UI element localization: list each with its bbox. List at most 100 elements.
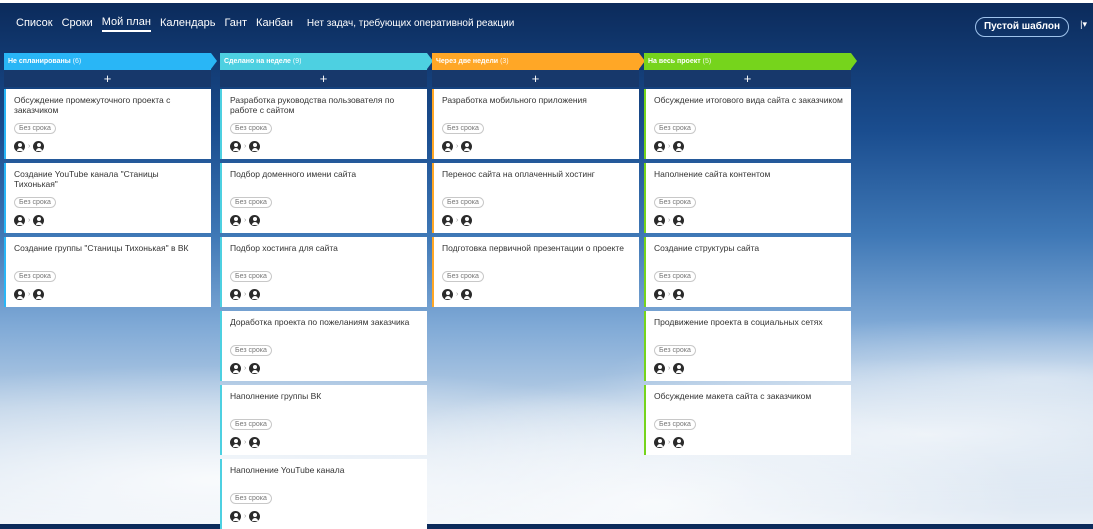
task-title[interactable]: Создание структуры сайта: [654, 243, 843, 265]
chevron-down-icon[interactable]: |▾: [1080, 19, 1087, 30]
assignee-avatar-icon[interactable]: [249, 437, 261, 448]
author-avatar-icon[interactable]: [442, 215, 453, 226]
task-card[interactable]: Подготовка первичной презентации о проек…: [432, 237, 639, 307]
nav-tab-list[interactable]: Список: [16, 15, 53, 31]
nav-tab-my-plan[interactable]: Мой план: [101, 14, 151, 32]
nav-tab-deadlines[interactable]: Сроки: [62, 15, 93, 31]
task-title[interactable]: Подготовка первичной презентации о проек…: [442, 243, 631, 265]
template-select-button[interactable]: Пустой шаблон: [974, 17, 1069, 37]
task-card[interactable]: Наполнение группы ВК Без срока ›: [220, 385, 427, 455]
deadline-badge[interactable]: Без срока: [230, 271, 272, 282]
task-card[interactable]: Разработка руководства пользователя по р…: [220, 89, 427, 159]
assignee-avatar-icon[interactable]: [249, 215, 261, 226]
assignee-avatar-icon[interactable]: [673, 141, 685, 152]
assignee-avatar-icon[interactable]: [461, 289, 473, 300]
task-card[interactable]: Обсуждение промежуточного проекта с зака…: [4, 89, 211, 159]
author-avatar-icon[interactable]: [230, 215, 241, 226]
add-task-button[interactable]: +: [4, 70, 211, 87]
assignee-avatar-icon[interactable]: [673, 215, 685, 226]
author-avatar-icon[interactable]: [230, 141, 241, 152]
task-title[interactable]: Перенос сайта на оплаченный хостинг: [442, 169, 631, 191]
author-avatar-icon[interactable]: [230, 363, 241, 374]
task-title[interactable]: Наполнение сайта контентом: [654, 169, 843, 191]
add-task-button[interactable]: +: [432, 70, 639, 87]
author-avatar-icon[interactable]: [14, 215, 25, 226]
deadline-badge[interactable]: Без срока: [442, 123, 484, 134]
deadline-badge[interactable]: Без срока: [230, 345, 272, 356]
deadline-badge[interactable]: Без срока: [14, 197, 56, 208]
author-avatar-icon[interactable]: [14, 141, 25, 152]
task-card[interactable]: Создание группы "Станицы Тихонькая" в ВК…: [4, 237, 211, 307]
task-title[interactable]: Наполнение группы ВК: [230, 391, 419, 413]
task-title[interactable]: Наполнение YouTube канала: [230, 465, 419, 487]
assignee-avatar-icon[interactable]: [249, 141, 261, 152]
task-title[interactable]: Подбор доменного имени сайта: [230, 169, 419, 191]
task-title[interactable]: Создание группы "Станицы Тихонькая" в ВК: [14, 243, 203, 265]
add-task-button[interactable]: +: [644, 70, 851, 87]
assignee-avatar-icon[interactable]: [33, 141, 45, 152]
deadline-badge[interactable]: Без срока: [442, 271, 484, 282]
column-header[interactable]: Не спланированы (6): [4, 53, 217, 70]
task-title[interactable]: Подбор хостинга для сайта: [230, 243, 419, 265]
deadline-badge[interactable]: Без срока: [654, 123, 696, 134]
assignee-avatar-icon[interactable]: [33, 289, 45, 300]
assignee-avatar-icon[interactable]: [33, 215, 45, 226]
assignee-avatar-icon[interactable]: [249, 363, 261, 374]
deadline-badge[interactable]: Без срока: [230, 197, 272, 208]
deadline-badge[interactable]: Без срока: [14, 123, 56, 134]
author-avatar-icon[interactable]: [14, 289, 25, 300]
nav-tab-kanban[interactable]: Канбан: [256, 15, 293, 31]
author-avatar-icon[interactable]: [654, 141, 665, 152]
column-header[interactable]: Сделано на неделе (9): [220, 53, 433, 70]
task-title[interactable]: Создание YouTube канала "Станицы Тихоньк…: [14, 169, 203, 191]
assignee-avatar-icon[interactable]: [249, 511, 261, 522]
task-card[interactable]: Наполнение сайта контентом Без срока ›: [644, 163, 851, 233]
add-task-button[interactable]: +: [220, 70, 427, 87]
task-card[interactable]: Создание структуры сайта Без срока ›: [644, 237, 851, 307]
task-title[interactable]: Продвижение проекта в социальных сетях: [654, 317, 843, 339]
deadline-badge[interactable]: Без срока: [654, 419, 696, 430]
deadline-badge[interactable]: Без срока: [654, 345, 696, 356]
assignee-avatar-icon[interactable]: [249, 289, 261, 300]
assignee-avatar-icon[interactable]: [461, 141, 473, 152]
task-card[interactable]: Перенос сайта на оплаченный хостинг Без с…: [432, 163, 639, 233]
deadline-badge[interactable]: Без срока: [442, 197, 484, 208]
deadline-badge[interactable]: Без срока: [14, 271, 56, 282]
nav-tab-calendar[interactable]: Календарь: [160, 15, 216, 31]
assignee-avatar-icon[interactable]: [673, 363, 685, 374]
task-title[interactable]: Разработка руководства пользователя по р…: [230, 95, 419, 117]
assignee-avatar-icon[interactable]: [673, 437, 685, 448]
author-avatar-icon[interactable]: [654, 289, 665, 300]
nav-tab-gantt[interactable]: Гант: [224, 15, 247, 31]
author-avatar-icon[interactable]: [654, 437, 665, 448]
task-title[interactable]: Разработка мобильного приложения: [442, 95, 631, 117]
assignee-avatar-icon[interactable]: [461, 215, 473, 226]
task-card[interactable]: Доработка проекта по пожеланиям заказчик…: [220, 311, 427, 381]
task-card[interactable]: Обсуждение итогового вида сайта с заказч…: [644, 89, 851, 159]
author-avatar-icon[interactable]: [654, 215, 665, 226]
author-avatar-icon[interactable]: [654, 363, 665, 374]
deadline-badge[interactable]: Без срока: [654, 271, 696, 282]
deadline-badge[interactable]: Без срока: [230, 123, 272, 134]
task-title[interactable]: Обсуждение итогового вида сайта с заказч…: [654, 95, 843, 117]
task-card[interactable]: Создание YouTube канала "Станицы Тихоньк…: [4, 163, 211, 233]
task-card[interactable]: Подбор хостинга для сайта Без срока ›: [220, 237, 427, 307]
task-card[interactable]: Наполнение YouTube канала Без срока ›: [220, 459, 427, 529]
author-avatar-icon[interactable]: [230, 511, 241, 522]
task-card[interactable]: Разработка мобильного приложения Без срок…: [432, 89, 639, 159]
task-title[interactable]: Доработка проекта по пожеланиям заказчик…: [230, 317, 419, 339]
deadline-badge[interactable]: Без срока: [230, 493, 272, 504]
task-card[interactable]: Продвижение проекта в социальных сетях Бе…: [644, 311, 851, 381]
column-header[interactable]: На весь проект (5): [644, 53, 857, 70]
task-card[interactable]: Обсуждение макета сайта с заказчиком Без …: [644, 385, 851, 455]
task-title[interactable]: Обсуждение промежуточного проекта с зака…: [14, 95, 203, 117]
author-avatar-icon[interactable]: [230, 437, 241, 448]
task-title[interactable]: Обсуждение макета сайта с заказчиком: [654, 391, 843, 413]
author-avatar-icon[interactable]: [442, 141, 453, 152]
author-avatar-icon[interactable]: [442, 289, 453, 300]
column-header[interactable]: Через две недели (3): [432, 53, 645, 70]
assignee-avatar-icon[interactable]: [673, 289, 685, 300]
task-card[interactable]: Подбор доменного имени сайта Без срока ›: [220, 163, 427, 233]
deadline-badge[interactable]: Без срока: [230, 419, 272, 430]
deadline-badge[interactable]: Без срока: [654, 197, 696, 208]
